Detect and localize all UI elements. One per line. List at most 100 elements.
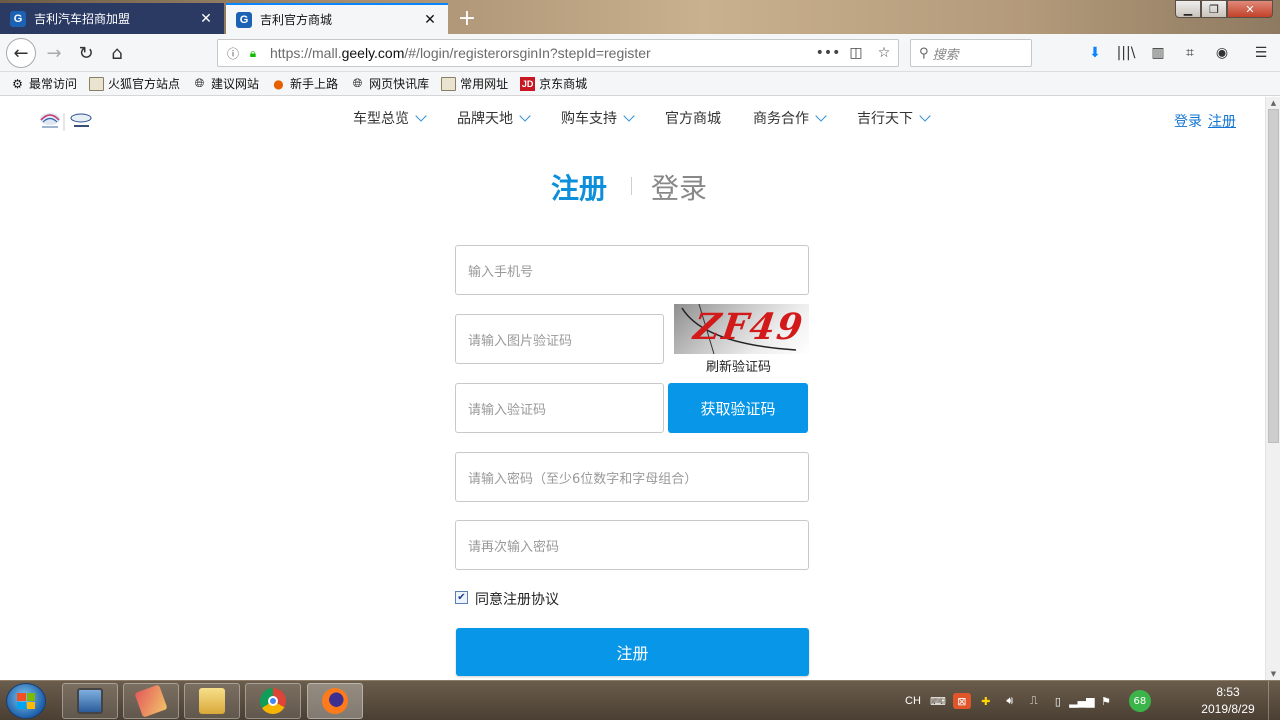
browser-tab-active[interactable]: G 吉利官方商城 ✕ — [226, 3, 448, 34]
forward-arrow-icon[interactable]: → — [40, 39, 68, 67]
scroll-up-icon[interactable]: ▲ — [1266, 97, 1280, 109]
chevron-down-icon — [919, 109, 931, 122]
home-icon[interactable]: ⌂ — [103, 39, 131, 67]
taskbar-firefox[interactable] — [307, 683, 363, 719]
folder-icon — [199, 688, 225, 714]
window-minimize-button[interactable]: ▁ — [1175, 0, 1201, 18]
bookmark-firefox-official[interactable]: 火狐官方站点 — [89, 75, 180, 92]
tray-counter-badge[interactable]: 68 — [1128, 690, 1151, 712]
window-close-button[interactable]: ✕ — [1227, 0, 1273, 18]
start-button[interactable] — [6, 683, 46, 719]
get-code-button[interactable]: 获取验证码 — [668, 383, 808, 433]
bookmark-getting-started[interactable]: ● 新手上路 — [271, 75, 338, 92]
bookmark-web-slices[interactable]: 🌐︎ 网页快讯库 — [350, 75, 429, 92]
nav-item-models[interactable]: 车型总览 — [353, 108, 427, 128]
volume-icon[interactable]: 🔊︎ — [1001, 693, 1019, 709]
plus-shield-icon[interactable]: ✚ — [977, 693, 995, 709]
password-placeholder: 请输入密码（至少6位数字和字母组合） — [468, 471, 698, 487]
sidebar-icon[interactable]: ▥ — [1145, 40, 1171, 66]
taskbar-explorer[interactable] — [184, 683, 240, 719]
refresh-captcha-link[interactable]: 刷新验证码 — [706, 356, 771, 375]
header-register-link[interactable]: 注册 — [1208, 111, 1236, 131]
page-actions-icon[interactable]: ••• — [814, 45, 842, 61]
system-tray: CH ⌨ ⊠ ✚ 🔊︎ ⎍ ▯ ▂▄▆ ⚑ 68 — [905, 681, 1159, 720]
scrollbar-thumb[interactable] — [1268, 109, 1279, 443]
taskbar-chrome[interactable] — [245, 683, 301, 719]
confirm-password-input[interactable]: 请再次输入密码 — [455, 520, 809, 570]
bookmark-most-visited[interactable]: ⚙ 最常访问 — [10, 75, 77, 92]
chevron-down-icon — [519, 109, 531, 122]
captcha-text: ZF49 — [691, 306, 807, 348]
agree-checkbox[interactable]: ✔ — [455, 591, 468, 604]
tab-register[interactable]: 注册 — [551, 167, 607, 207]
download-icon[interactable]: ⬇ — [1082, 40, 1108, 66]
chevron-down-icon — [815, 109, 827, 122]
reload-icon[interactable]: ↻ — [72, 39, 100, 67]
account-icon[interactable]: ◉ — [1209, 40, 1235, 66]
tab-login[interactable]: 登录 — [651, 167, 707, 207]
search-placeholder: 搜索 — [932, 47, 959, 63]
captcha-image[interactable]: ZF49 — [674, 304, 809, 354]
menu-icon[interactable]: ☰ — [1248, 40, 1274, 66]
bookmarks-toolbar: ⚙ 最常访问 火狐官方站点 🌐︎ 建议网站 ● 新手上路 🌐︎ 网页快讯库 常用网址 J… — [0, 72, 1280, 96]
taskbar-app[interactable] — [123, 683, 179, 719]
browser-tab-strip: G 吉利汽车招商加盟 ✕ G 吉利官方商城 ✕ + ▁ ❐ ✕ — [0, 0, 1280, 34]
show-desktop-button[interactable] — [1268, 681, 1280, 720]
close-tab-icon[interactable]: ✕ — [198, 11, 214, 27]
screenshot-icon[interactable]: ⌗ — [1177, 40, 1203, 66]
flag-icon[interactable]: ⚑ — [1097, 693, 1115, 709]
network-signal-icon[interactable]: ▂▄▆ — [1069, 693, 1094, 709]
header-login-link[interactable]: 登录 — [1174, 111, 1202, 131]
address-bar[interactable]: ⓘ 🔒︎ https://mall.geely.com/#/login/regi… — [217, 39, 899, 67]
pocket-icon[interactable]: ◫ — [842, 45, 870, 61]
geely-favicon-icon: G — [236, 11, 252, 28]
chevron-down-icon — [623, 109, 635, 122]
agree-label[interactable]: 同意注册协议 — [475, 589, 559, 609]
image-captcha-input[interactable]: 请输入图片验证码 — [455, 314, 664, 364]
nav-item-official-mall[interactable]: 官方商城 — [665, 108, 721, 128]
close-tab-icon[interactable]: ✕ — [422, 12, 438, 28]
geely-logo-icon[interactable] — [38, 110, 94, 134]
browser-tab[interactable]: G 吉利汽车招商加盟 ✕ — [0, 3, 224, 34]
nav-item-geely-travel[interactable]: 吉行天下 — [857, 108, 931, 128]
register-button[interactable]: 注册 — [456, 628, 809, 676]
phone-input[interactable]: 输入手机号 — [455, 245, 809, 295]
bookmark-star-icon[interactable]: ☆ — [870, 45, 898, 61]
nav-item-brand[interactable]: 品牌天地 — [457, 108, 531, 128]
keyboard-icon[interactable]: ⌨ — [929, 693, 947, 709]
page-content: 车型总览 品牌天地 购车支持 官方商城 商务合作 吉行天下 登录 注册 注册 登… — [0, 97, 1265, 680]
bookmark-suggested-sites[interactable]: 🌐︎ 建议网站 — [192, 75, 259, 92]
clock-time: 8:53 — [1216, 685, 1240, 699]
folder-icon — [441, 76, 457, 91]
new-tab-button[interactable]: + — [452, 3, 482, 33]
image-captcha-placeholder: 请输入图片验证码 — [468, 333, 573, 349]
window-restore-button[interactable]: ❐ — [1201, 0, 1227, 18]
tab-title: 吉利官方商城 — [260, 13, 333, 27]
scroll-down-icon[interactable]: ▼ — [1266, 668, 1280, 680]
library-icon[interactable]: |||\ — [1113, 40, 1139, 66]
globe-icon: 🌐︎ — [352, 76, 363, 90]
system-clock[interactable]: 8:53 2019/8/29 — [1196, 684, 1260, 718]
usb-icon[interactable]: ⎍ — [1025, 693, 1043, 709]
nav-item-business[interactable]: 商务合作 — [753, 108, 827, 128]
firefox-icon: ● — [273, 76, 284, 91]
taskbar-computer[interactable] — [62, 683, 118, 719]
sms-code-input[interactable]: 请输入验证码 — [455, 383, 664, 433]
folder-icon — [89, 76, 105, 91]
eraser-app-icon — [134, 684, 168, 718]
tab-divider — [631, 177, 632, 195]
nav-item-purchase-support[interactable]: 购车支持 — [561, 108, 635, 128]
url-text[interactable]: https://mall.geely.com/#/login/registero… — [270, 45, 814, 61]
input-language-indicator[interactable]: CH — [905, 695, 921, 707]
bookmark-jd[interactable]: JD 京东商城 — [520, 75, 587, 92]
info-icon[interactable]: ⓘ — [224, 45, 242, 62]
bookmark-common-sites[interactable]: 常用网址 — [441, 75, 508, 92]
confirm-password-placeholder: 请再次输入密码 — [468, 539, 560, 555]
search-bar[interactable]: ⚲ 搜索 — [910, 39, 1032, 67]
phone-placeholder: 输入手机号 — [468, 264, 534, 280]
security-app-icon[interactable]: ⊠ — [952, 693, 971, 709]
battery-icon[interactable]: ▯ — [1049, 693, 1067, 709]
password-input[interactable]: 请输入密码（至少6位数字和字母组合） — [455, 452, 809, 502]
back-arrow-icon[interactable]: ← — [6, 38, 36, 68]
page-scrollbar[interactable]: ▲ ▼ — [1265, 97, 1280, 680]
